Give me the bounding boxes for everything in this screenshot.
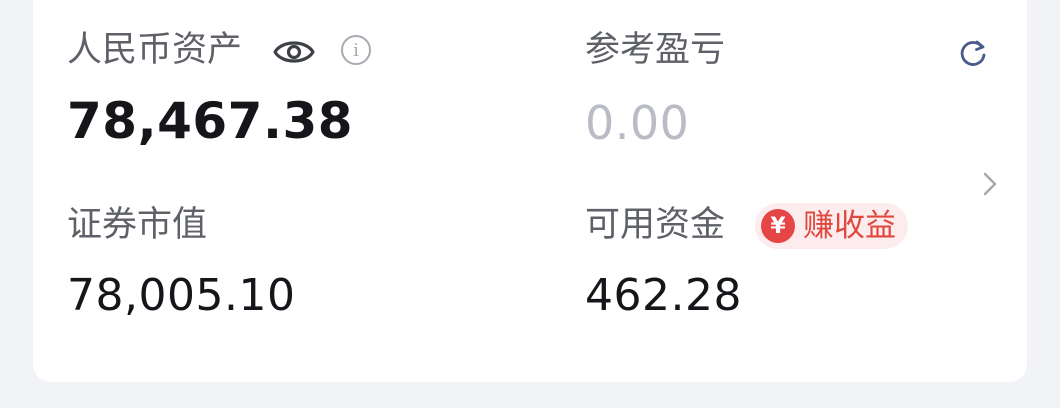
market-value-label: 证券市值 [67,205,208,245]
eye-icon[interactable] [272,35,316,69]
info-icon-glyph: i [353,39,359,61]
available-funds-label: 可用资金 [585,205,726,245]
reference-pl-label: 参考盈亏 [585,30,726,70]
rmb-assets-label: 人民币资产 [67,30,243,70]
reference-pl-value: 0.00 [585,96,690,150]
market-value-value: 78,005.10 [67,270,296,321]
rmb-assets-value: 78,467.38 [67,92,354,150]
earn-income-badge[interactable]: ¥ 赚收益 [755,203,908,249]
yuan-coin-icon: ¥ [761,209,795,243]
info-icon[interactable]: i [341,35,371,65]
available-funds-value: 462.28 [585,270,742,321]
refresh-icon[interactable] [958,38,988,68]
earn-income-label: 赚收益 [803,207,896,244]
chevron-right-icon[interactable] [982,170,998,198]
